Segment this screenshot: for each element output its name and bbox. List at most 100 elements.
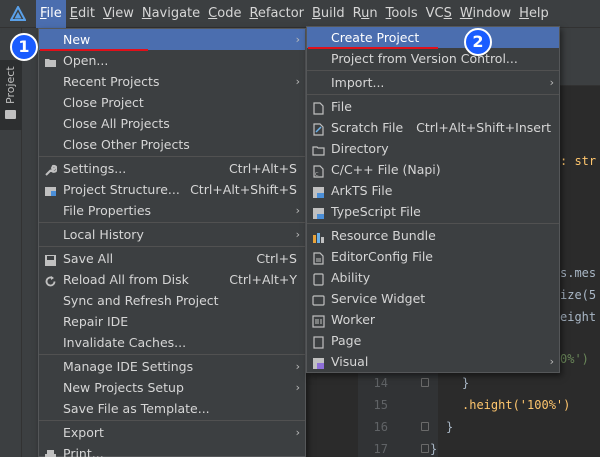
file-menu-new[interactable]: New › bbox=[39, 29, 305, 50]
typescript-file-icon bbox=[312, 205, 325, 219]
new-menu-scratch-file[interactable]: Scratch File Ctrl+Alt+Shift+Insert bbox=[307, 117, 559, 138]
fold-marker-icon[interactable] bbox=[421, 422, 429, 431]
menu-help[interactable]: Help bbox=[515, 0, 553, 28]
deveco-logo-icon[interactable] bbox=[0, 0, 36, 28]
service-widget-icon bbox=[312, 292, 325, 306]
step-badge-2: 2 bbox=[464, 28, 492, 56]
folder-icon bbox=[312, 142, 325, 156]
visual-icon bbox=[312, 355, 325, 369]
code-fragment: eight bbox=[560, 310, 597, 324]
svg-text:C: C bbox=[315, 172, 319, 178]
new-menu-page[interactable]: Page bbox=[307, 330, 559, 351]
menu-navigate[interactable]: Navigate bbox=[138, 0, 204, 28]
new-menu-file[interactable]: File bbox=[307, 96, 559, 117]
wrench-icon bbox=[44, 162, 58, 176]
menu-separator bbox=[307, 70, 559, 71]
file-icon bbox=[312, 100, 325, 115]
page-icon bbox=[312, 334, 325, 349]
menu-separator bbox=[39, 222, 305, 223]
file-menu-save-file-as-template[interactable]: Save File as Template... bbox=[39, 398, 305, 419]
file-menu-settings[interactable]: Settings... Ctrl+Alt+S bbox=[39, 158, 305, 179]
menu-separator bbox=[307, 94, 559, 95]
cpp-file-icon: C bbox=[312, 163, 325, 178]
file-menu-invalidate-caches[interactable]: Invalidate Caches... bbox=[39, 332, 305, 353]
code-fragment: 0%') bbox=[560, 352, 589, 366]
menu-refactor[interactable]: Refactor bbox=[245, 0, 308, 28]
file-menu-close-other-projects[interactable]: Close Other Projects bbox=[39, 134, 305, 155]
code-line: .height('100%') bbox=[462, 398, 571, 412]
line-number: 16 bbox=[373, 420, 388, 434]
new-menu-visual[interactable]: Visual › bbox=[307, 351, 559, 372]
print-icon bbox=[44, 447, 57, 457]
menu-separator bbox=[39, 246, 305, 247]
fold-marker-icon[interactable] bbox=[421, 444, 429, 453]
code-line: } bbox=[462, 376, 470, 390]
new-menu-ability[interactable]: Ability bbox=[307, 267, 559, 288]
line-number: 15 bbox=[373, 398, 388, 412]
file-menu-new-projects-setup[interactable]: New Projects Setup › bbox=[39, 377, 305, 398]
ability-icon bbox=[312, 271, 325, 286]
save-icon bbox=[44, 252, 57, 266]
menu-file[interactable]: File bbox=[36, 0, 66, 28]
fold-marker-icon[interactable] bbox=[421, 378, 429, 387]
menu-separator bbox=[307, 223, 559, 224]
worker-icon bbox=[312, 313, 325, 328]
menu-view[interactable]: View bbox=[99, 0, 138, 28]
menu-separator bbox=[39, 354, 305, 355]
file-menu-file-properties[interactable]: File Properties › bbox=[39, 200, 305, 221]
new-menu-worker[interactable]: Worker bbox=[307, 309, 559, 330]
new-menu-project-from-vcs[interactable]: Project from Version Control... bbox=[307, 48, 559, 69]
file-menu-export[interactable]: Export › bbox=[39, 422, 305, 443]
new-menu-arkts-file[interactable]: ArkTS File bbox=[307, 180, 559, 201]
menu-vcs[interactable]: VCS bbox=[422, 0, 456, 28]
step-badge-1: 1 bbox=[10, 33, 38, 61]
project-tab-label[interactable]: Project bbox=[4, 66, 17, 104]
file-menu: New › Open... Recent Projects › Close Proj… bbox=[38, 28, 306, 457]
file-menu-recent-projects[interactable]: Recent Projects › bbox=[39, 71, 305, 92]
new-menu-service-widget[interactable]: Service Widget bbox=[307, 288, 559, 309]
menu-separator bbox=[39, 420, 305, 421]
menu-build[interactable]: Build bbox=[308, 0, 349, 28]
folder-open-icon bbox=[44, 54, 57, 67]
code-fragment: s.mes bbox=[560, 266, 597, 280]
new-menu-resource-bundle[interactable]: Resource Bundle bbox=[307, 225, 559, 246]
code-line: } bbox=[430, 442, 438, 456]
editorconfig-icon bbox=[312, 250, 325, 265]
reload-icon bbox=[44, 273, 57, 287]
code-line: } bbox=[446, 420, 454, 434]
new-menu-import[interactable]: Import... › bbox=[307, 72, 559, 93]
new-menu-cpp-file[interactable]: C C/C++ File (Napi) bbox=[307, 159, 559, 180]
new-menu-editorconfig-file[interactable]: EditorConfig File bbox=[307, 246, 559, 267]
highlight-underline bbox=[308, 47, 438, 49]
menu-edit[interactable]: Edit bbox=[66, 0, 99, 28]
line-number: 14 bbox=[373, 376, 388, 390]
scratch-file-icon bbox=[312, 121, 325, 136]
new-menu-typescript-file[interactable]: TypeScript File bbox=[307, 201, 559, 222]
file-menu-local-history[interactable]: Local History › bbox=[39, 224, 305, 245]
file-menu-close-all-projects[interactable]: Close All Projects bbox=[39, 113, 305, 134]
new-menu-directory[interactable]: Directory bbox=[307, 138, 559, 159]
editor-toolbar bbox=[560, 28, 600, 86]
file-menu-save-all[interactable]: Save All Ctrl+S bbox=[39, 248, 305, 269]
menu-window[interactable]: Window bbox=[456, 0, 515, 28]
file-menu-project-structure[interactable]: Project Structure... Ctrl+Alt+Shift+S bbox=[39, 179, 305, 200]
menu-run[interactable]: Run bbox=[349, 0, 382, 28]
new-menu-create-project[interactable]: Create Project bbox=[307, 27, 559, 48]
highlight-underline bbox=[40, 49, 148, 51]
file-menu-repair-ide[interactable]: Repair IDE bbox=[39, 311, 305, 332]
file-menu-manage-ide-settings[interactable]: Manage IDE Settings › bbox=[39, 356, 305, 377]
project-structure-icon bbox=[44, 183, 57, 196]
file-menu-print[interactable]: Print... bbox=[39, 443, 305, 457]
file-menu-close-project[interactable]: Close Project bbox=[39, 92, 305, 113]
menu-bar: File Edit View Navigate Code Refactor Bu… bbox=[0, 0, 600, 28]
line-number: 17 bbox=[373, 442, 388, 456]
project-panel bbox=[22, 28, 38, 457]
file-menu-reload-all-from-disk[interactable]: Reload All from Disk Ctrl+Alt+Y bbox=[39, 269, 305, 290]
menu-code[interactable]: Code bbox=[204, 0, 245, 28]
menu-tools[interactable]: Tools bbox=[382, 0, 422, 28]
arkts-file-icon bbox=[312, 184, 325, 198]
file-menu-sync-and-refresh[interactable]: Sync and Refresh Project bbox=[39, 290, 305, 311]
file-menu-open[interactable]: Open... bbox=[39, 50, 305, 71]
resource-bundle-icon bbox=[312, 229, 325, 243]
code-fragment: ize(5 bbox=[560, 288, 597, 302]
